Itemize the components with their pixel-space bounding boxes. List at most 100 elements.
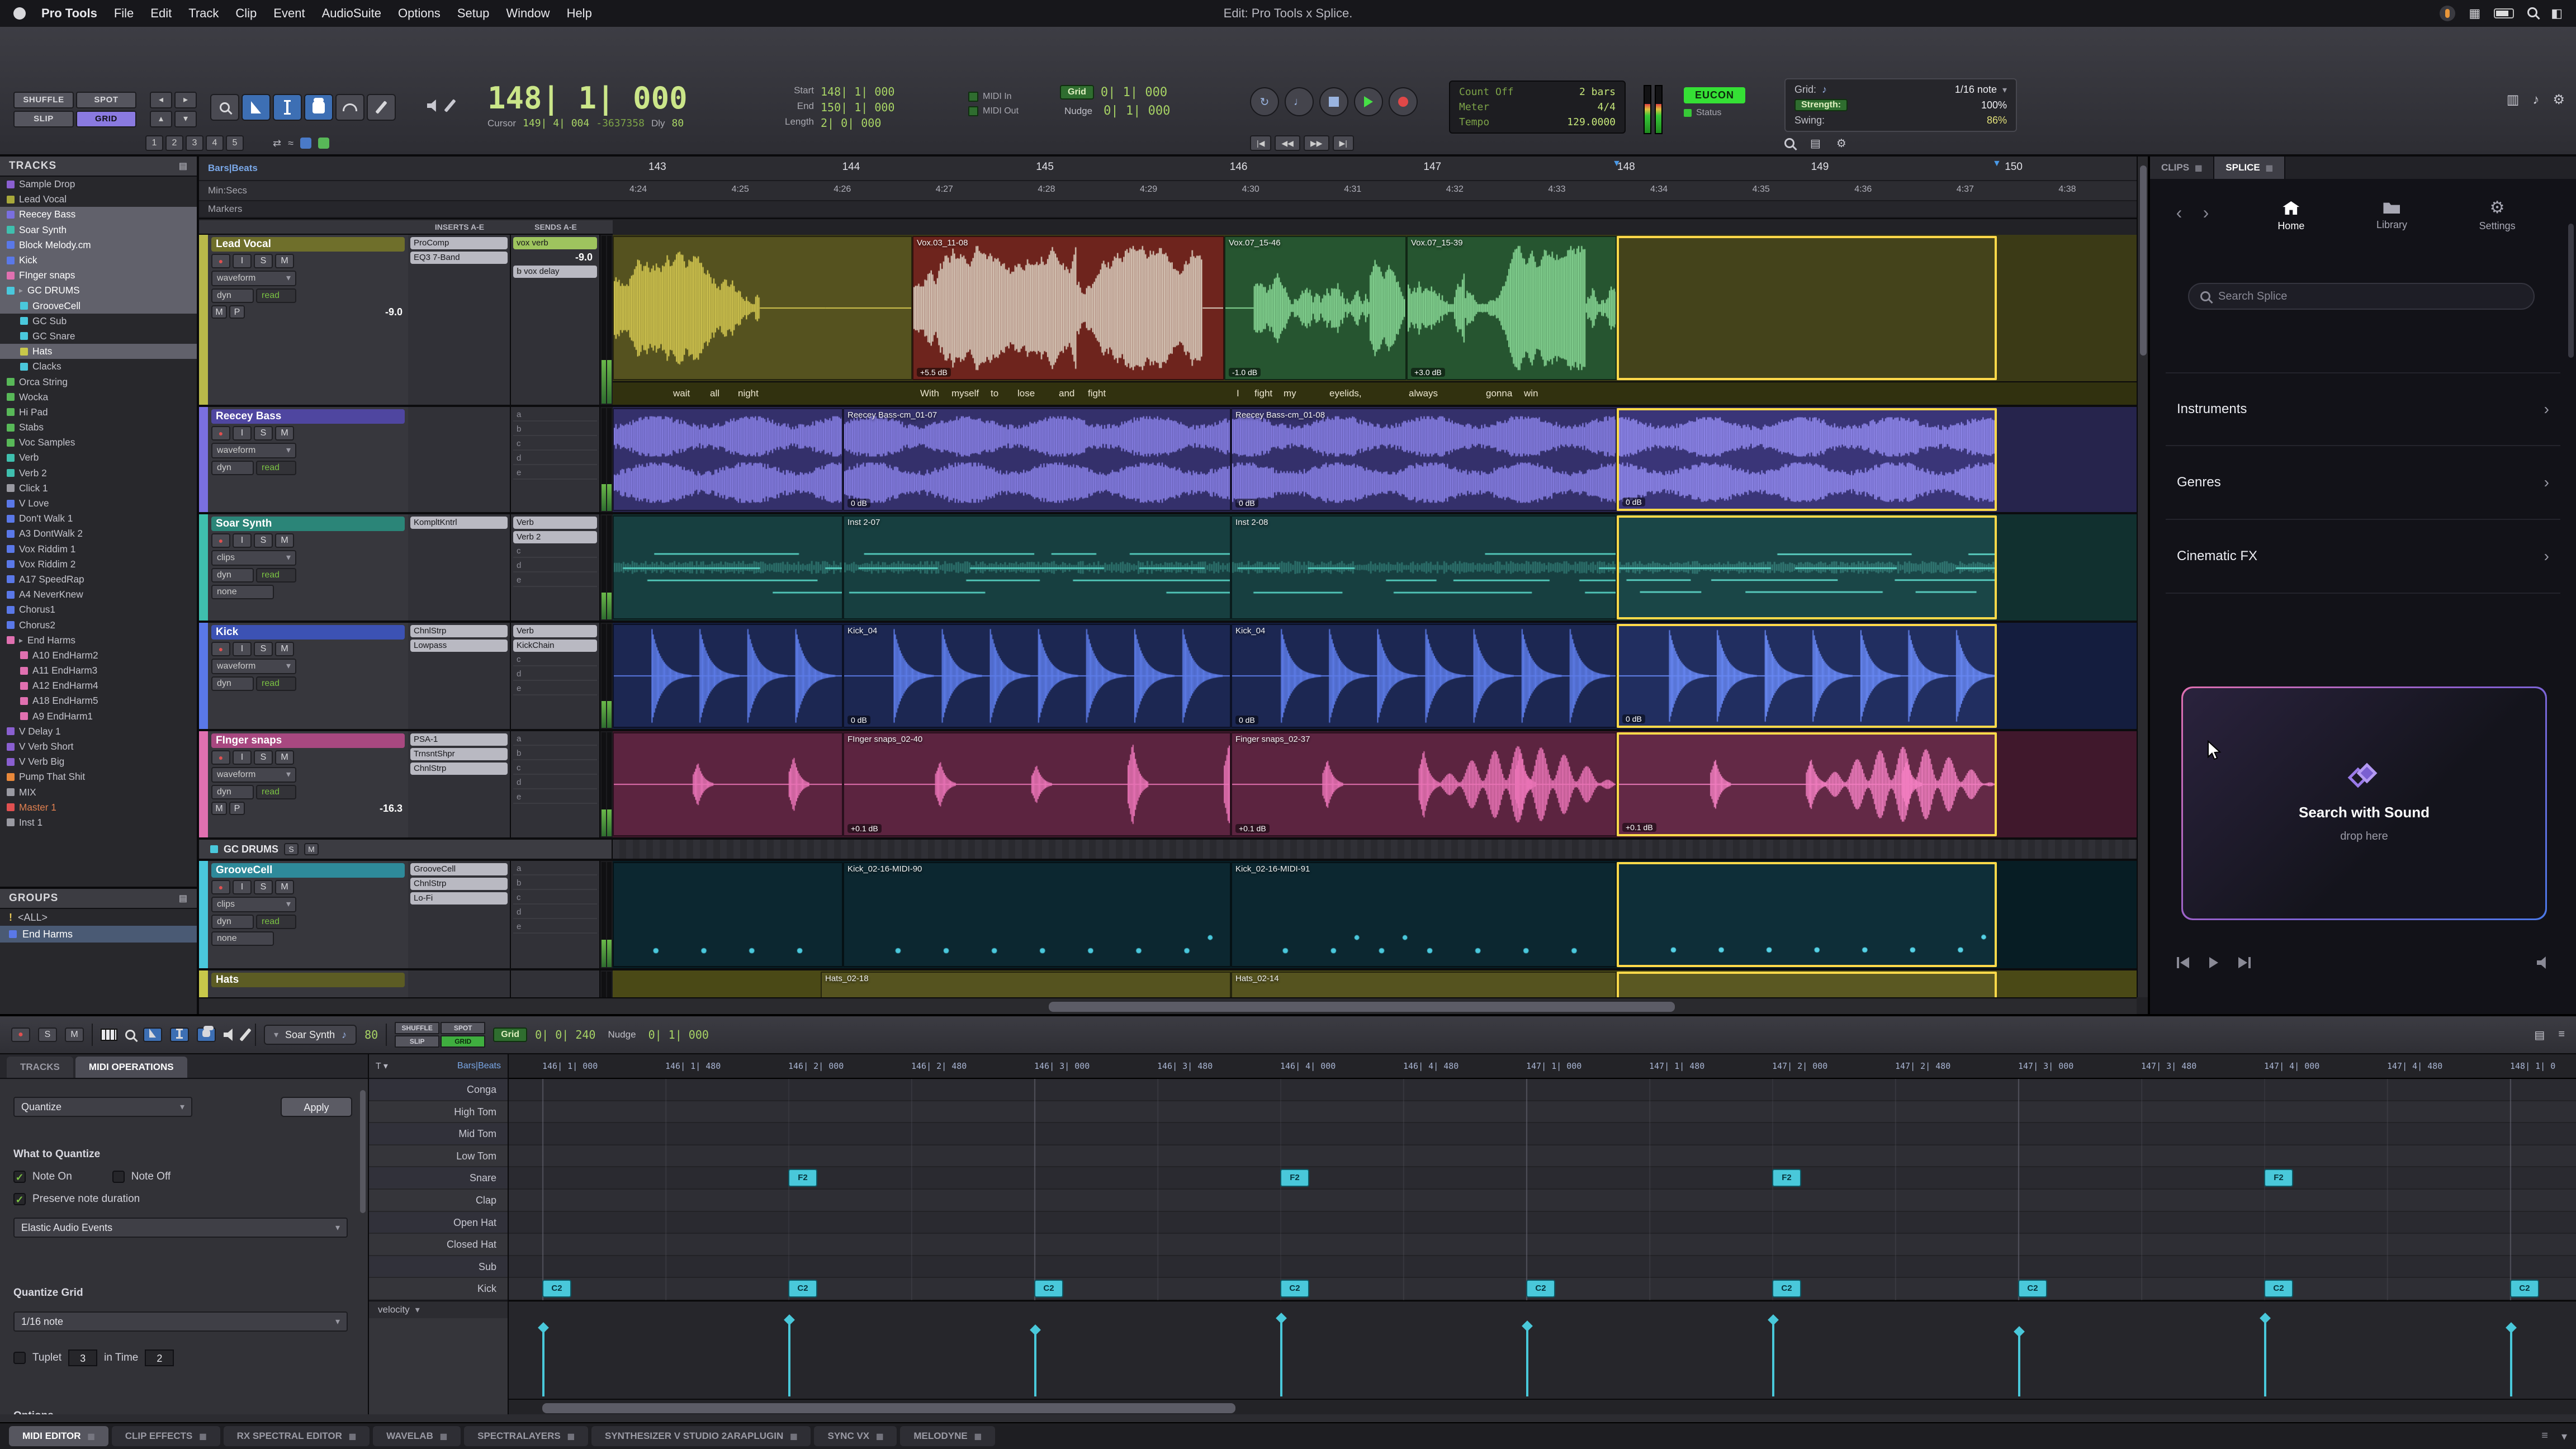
mute-button[interactable]: M bbox=[275, 254, 294, 268]
selected-clip[interactable] bbox=[1617, 236, 1997, 380]
send-vox-delay[interactable]: bvox delay bbox=[513, 266, 597, 278]
midi-tab-tracks[interactable]: TRACKS bbox=[7, 1057, 73, 1078]
midi-grid-value[interactable]: 0| 0| 240 bbox=[535, 1028, 595, 1041]
input-monitor-button[interactable]: I bbox=[233, 880, 252, 894]
velocity-lane[interactable] bbox=[509, 1300, 2576, 1399]
pencil-tool-icon[interactable] bbox=[239, 1028, 251, 1041]
midi-h-scroll-thumb[interactable] bbox=[542, 1403, 1235, 1413]
sidebar-track-lead-vocal[interactable]: Lead Vocal bbox=[0, 192, 197, 207]
sidebar-track-vox-riddim-1[interactable]: Vox Riddim 1 bbox=[0, 542, 197, 557]
audio-clip[interactable] bbox=[613, 236, 912, 380]
selected-clip[interactable]: +0.1 dB bbox=[1617, 732, 1997, 836]
sidebar-track-voc-samples[interactable]: Voc Samples bbox=[0, 435, 197, 450]
audio-clip[interactable]: Vox.03_11-08+5.5 dB bbox=[912, 236, 1224, 380]
v-scroll-thumb[interactable] bbox=[2140, 165, 2147, 356]
window-config-icon[interactable]: ▤ bbox=[1810, 136, 1821, 150]
drum-lane-open-hat[interactable]: Open Hat bbox=[369, 1212, 508, 1234]
edit-link-icon[interactable]: ≈ bbox=[288, 138, 293, 149]
audio-clip[interactable]: Inst 2-08 bbox=[1231, 515, 1617, 619]
insert-chnlstrp[interactable]: ChnlStrp bbox=[410, 763, 508, 775]
disclosure-arrow-icon[interactable]: ▸ bbox=[19, 636, 23, 645]
grabber-tool-icon[interactable] bbox=[197, 1027, 216, 1042]
track-view-selector[interactable]: clips▾ bbox=[211, 550, 296, 566]
audio-clip[interactable] bbox=[613, 624, 843, 728]
zoomer-tool[interactable] bbox=[210, 94, 239, 121]
drum-lane-mid-tom[interactable]: Mid Tom bbox=[369, 1123, 508, 1145]
track-name[interactable]: FInger snaps bbox=[211, 733, 405, 748]
midi-note-snare-2[interactable]: F2 bbox=[788, 1169, 817, 1187]
velocity-stem-8[interactable] bbox=[1526, 1327, 1528, 1396]
timeline-link-icon[interactable]: ⇄ bbox=[273, 138, 281, 149]
send-slot-e[interactable]: e bbox=[513, 683, 597, 695]
category-genres[interactable]: Genres› bbox=[2166, 446, 2560, 520]
audio-clip[interactable]: Reecey Bass-cm_01-080 dB bbox=[1231, 408, 1617, 511]
send-slot-c[interactable]: c bbox=[513, 438, 597, 451]
send-slot-e[interactable]: e bbox=[513, 467, 597, 480]
automation-mode-selector[interactable]: dyn bbox=[211, 785, 254, 799]
insert-eq3-7-band[interactable]: EQ3 7-Band bbox=[410, 252, 508, 264]
menu-help[interactable]: Help bbox=[567, 6, 592, 21]
main-counter-value[interactable]: 148| 1| 000 bbox=[487, 83, 756, 114]
default-velocity-value[interactable]: 80 bbox=[364, 1028, 378, 1041]
ruler-minsec-label[interactable]: Min:Secs bbox=[208, 185, 247, 196]
audio-clip[interactable]: Inst 2-07 bbox=[843, 515, 1231, 619]
zoomer-tool-icon[interactable] bbox=[125, 1030, 135, 1040]
pencil-icon[interactable] bbox=[444, 99, 456, 112]
sidebar-track-master-1[interactable]: Master 1 bbox=[0, 800, 197, 815]
audition-icon[interactable] bbox=[224, 1029, 236, 1041]
send-slot-c[interactable]: c bbox=[513, 546, 597, 558]
track-view-selector[interactable]: waveform▾ bbox=[211, 443, 296, 458]
sidebar-track-clacks[interactable]: Clacks bbox=[0, 359, 197, 374]
sidebar-track-a18-endharm5[interactable]: A18 EndHarm5 bbox=[0, 693, 197, 708]
selection-marker-start[interactable]: ▼ bbox=[1612, 159, 1621, 169]
input-monitor-button[interactable]: I bbox=[233, 642, 252, 656]
drum-lane-kick[interactable]: Kick bbox=[369, 1278, 508, 1300]
bank-button-2[interactable]: 2 bbox=[165, 135, 183, 151]
bottom-tab-wavelab[interactable]: WAVELAB▦ bbox=[373, 1426, 461, 1446]
splice-nav-library[interactable]: Library bbox=[2376, 201, 2407, 232]
sidebar-track-a4-neverknew[interactable]: A4 NeverKnew bbox=[0, 587, 197, 602]
h-scroll-thumb[interactable] bbox=[1049, 1002, 1675, 1012]
edit-mode-spot[interactable]: SPOT bbox=[76, 92, 136, 108]
velocity-stem-0[interactable] bbox=[542, 1328, 544, 1396]
midi-note-kick-12[interactable]: C2 bbox=[2018, 1280, 2047, 1298]
send-slot-d[interactable]: d bbox=[513, 777, 597, 789]
drum-lane-low-tom[interactable]: Low Tom bbox=[369, 1145, 508, 1168]
bottom-tab-sync-vx[interactable]: SYNC VX▦ bbox=[814, 1426, 897, 1446]
mute-button[interactable]: M bbox=[275, 533, 294, 548]
ops-scrollbar[interactable] bbox=[360, 1090, 366, 1213]
bottom-tab-midi-editor[interactable]: MIDI EDITOR▦ bbox=[9, 1426, 108, 1446]
zoom-button-2[interactable]: ▴ bbox=[150, 111, 172, 127]
velocity-stem-4[interactable] bbox=[1034, 1330, 1036, 1396]
output-selector[interactable]: none bbox=[211, 585, 274, 599]
selection-start[interactable]: 148| 1| 000 bbox=[821, 85, 894, 98]
link-track-icon[interactable] bbox=[300, 138, 311, 149]
midi-note-kick-14[interactable]: C2 bbox=[2264, 1280, 2293, 1298]
velocity-stem-10[interactable] bbox=[1772, 1320, 1774, 1396]
send-slot-c[interactable]: c bbox=[513, 763, 597, 775]
selected-clip[interactable] bbox=[1617, 862, 1997, 967]
bottom-tab-rx-spectral-editor[interactable]: RX SPECTRAL EDITOR▦ bbox=[224, 1426, 370, 1446]
velocity-lane-selector[interactable]: velocity▾ bbox=[369, 1300, 508, 1318]
solo-button[interactable]: S bbox=[254, 254, 273, 268]
audio-clip[interactable]: Kick_040 dB bbox=[843, 624, 1231, 728]
sidebar-track-inst-1[interactable]: Inst 1 bbox=[0, 815, 197, 830]
trim-tool-icon[interactable] bbox=[143, 1027, 162, 1042]
midi-note-kick-8[interactable]: C2 bbox=[1526, 1280, 1555, 1298]
volume-mute-button[interactable]: M bbox=[211, 802, 227, 815]
midi-mode-grid[interactable]: GRID bbox=[441, 1035, 485, 1048]
tuplet-checkbox[interactable] bbox=[13, 1352, 26, 1364]
grid-value[interactable]: 0| 1| 000 bbox=[1101, 86, 1167, 100]
operation-selector[interactable]: Quantize▾ bbox=[13, 1097, 192, 1117]
menu-event[interactable]: Event bbox=[273, 6, 305, 21]
audio-clip[interactable]: Kick_02-16-MIDI-90 bbox=[843, 862, 1231, 967]
next-sample-button[interactable] bbox=[2238, 957, 2251, 968]
mic-status-icon[interactable] bbox=[2440, 6, 2455, 21]
sidebar-track-verb-2[interactable]: Verb 2 bbox=[0, 466, 197, 481]
track-view-selector[interactable]: clips▾ bbox=[211, 897, 296, 912]
notation-view-icon[interactable] bbox=[101, 1029, 117, 1041]
insert-procomp[interactable]: ProComp bbox=[410, 237, 508, 249]
track-list-icon[interactable]: ▤ bbox=[2534, 1028, 2545, 1042]
selected-clip[interactable] bbox=[1617, 972, 1997, 997]
insert-chnlstrp[interactable]: ChnlStrp bbox=[410, 878, 508, 890]
